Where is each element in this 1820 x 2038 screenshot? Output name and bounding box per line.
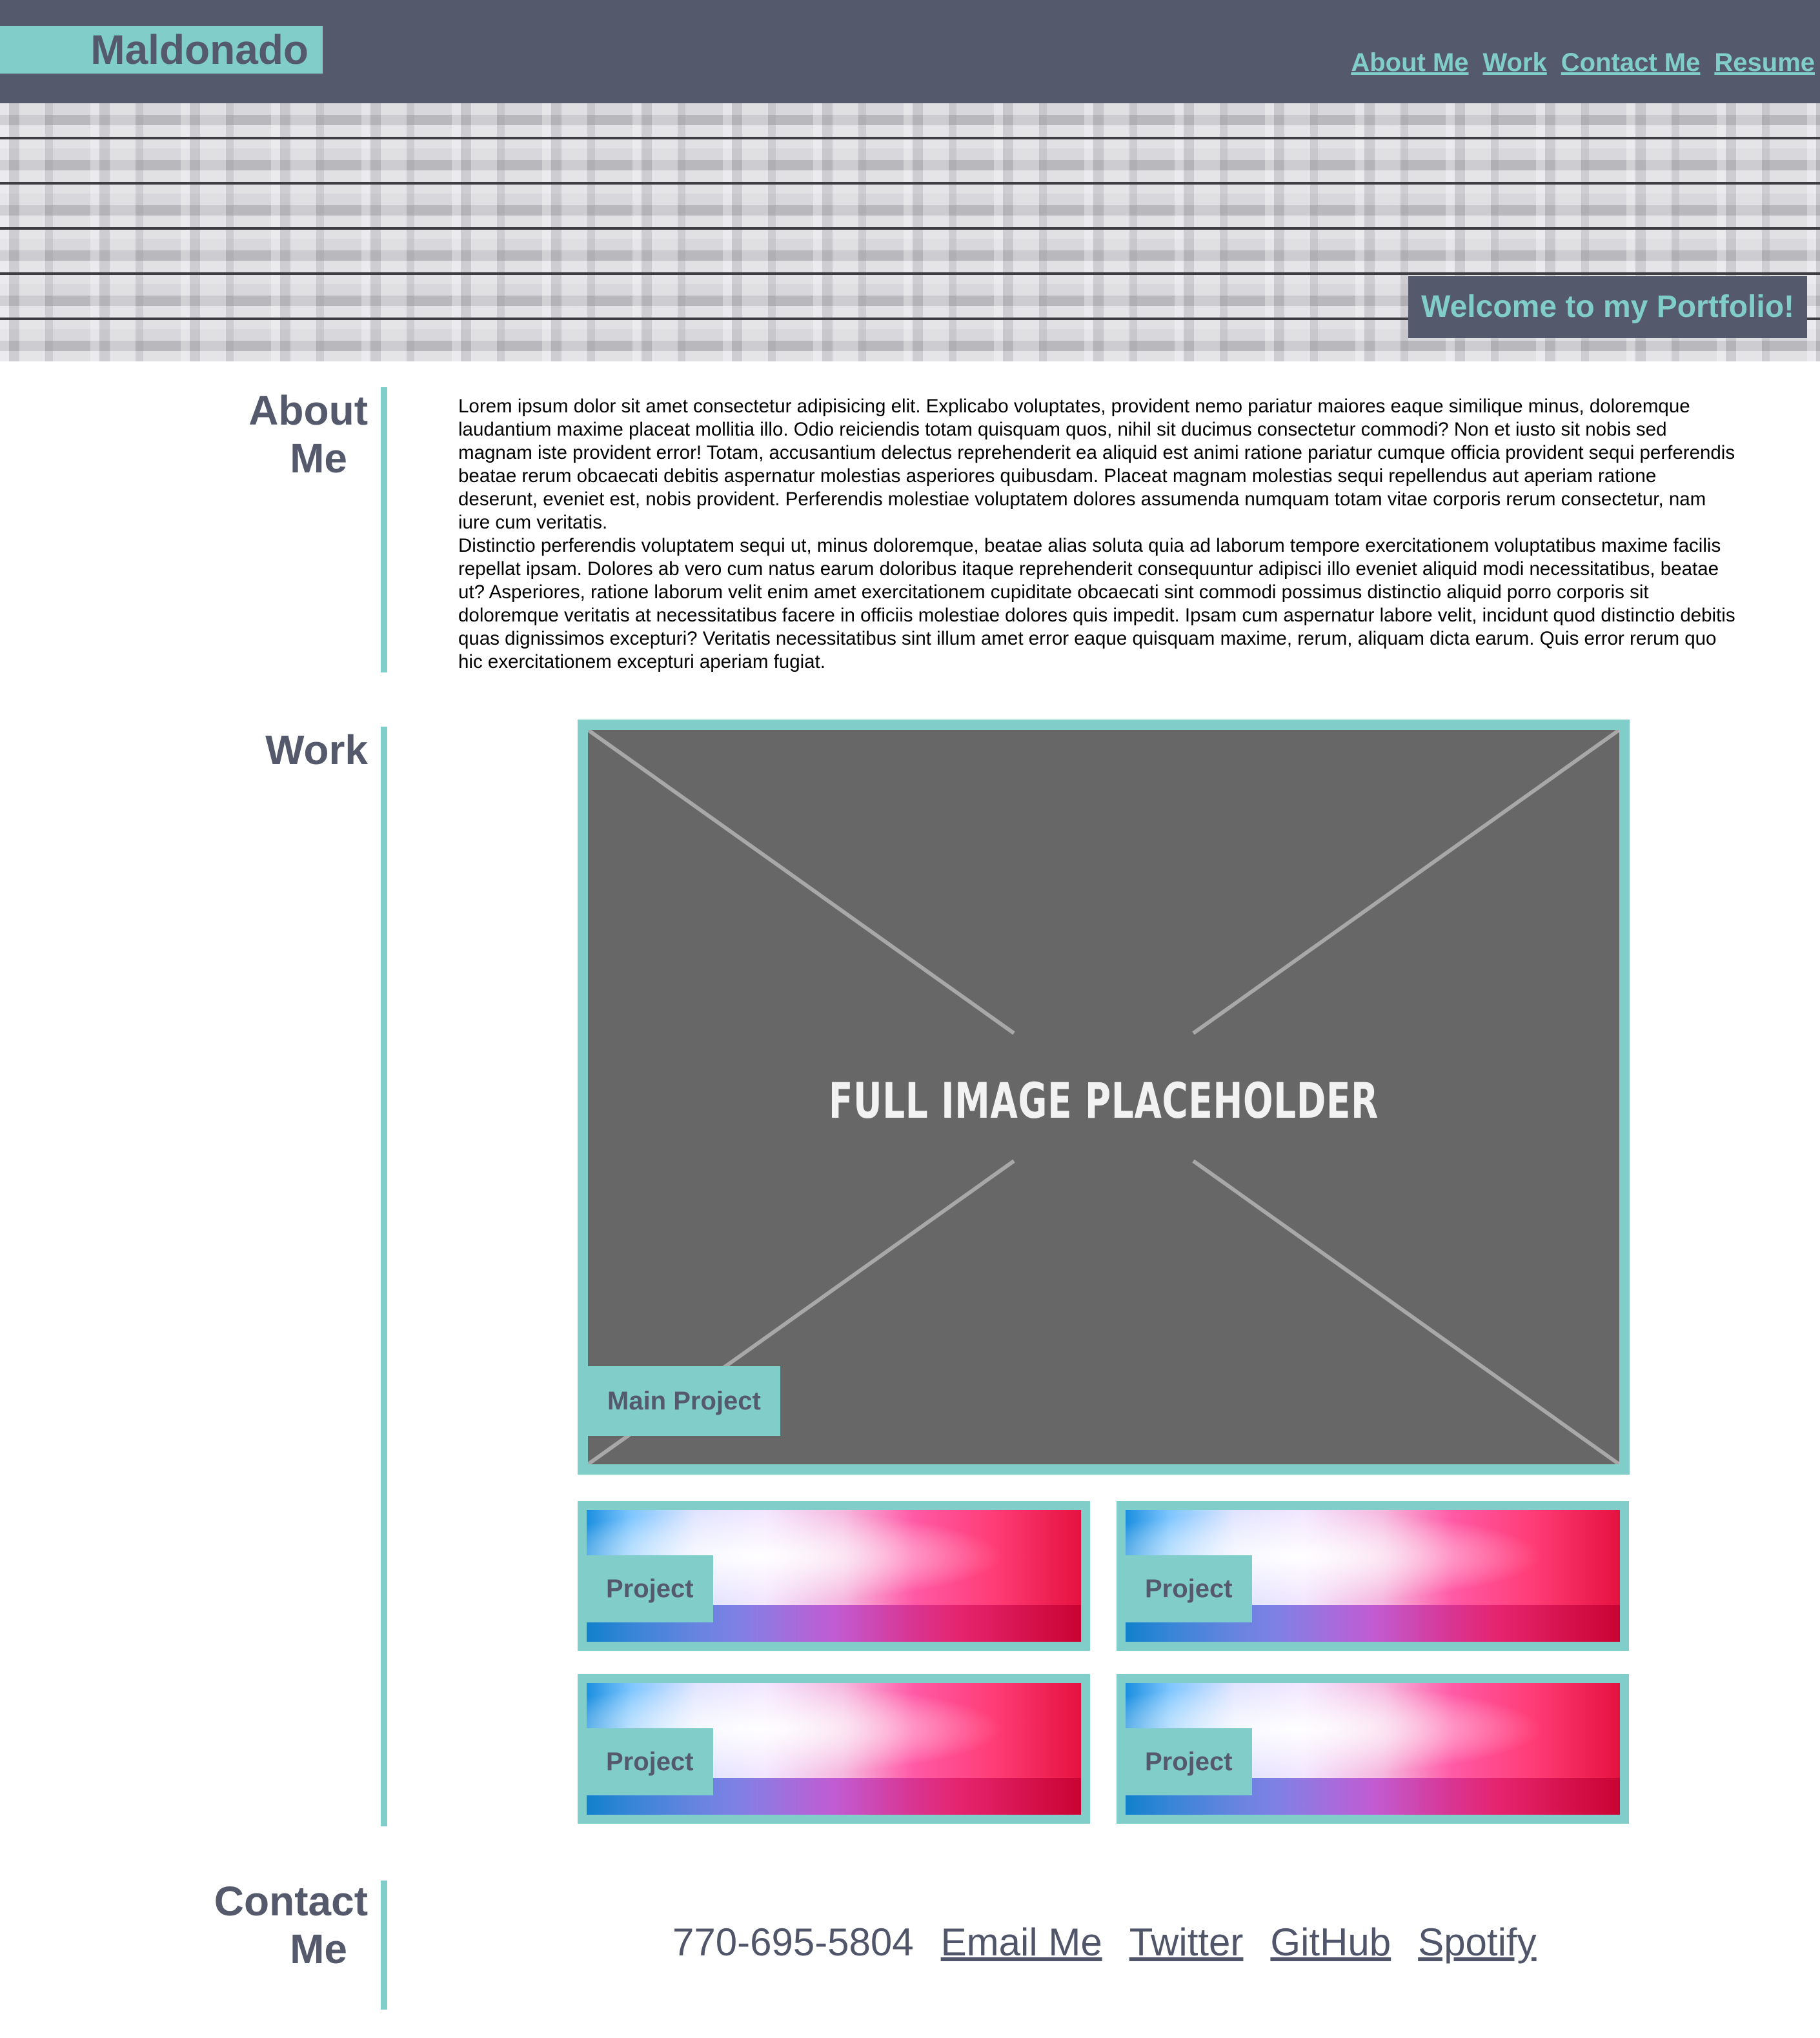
work-section-title: Work bbox=[265, 727, 368, 773]
phone-number: 770-695-5804 bbox=[672, 1921, 914, 1964]
project-thumbnail: Project bbox=[587, 1510, 1081, 1642]
project-label[interactable]: Project bbox=[587, 1555, 713, 1622]
nav-link-about-me[interactable]: About Me bbox=[1351, 46, 1468, 79]
about-section-title: About Me bbox=[0, 387, 368, 482]
about-text: Lorem ipsum dolor sit amet consectetur a… bbox=[458, 395, 1736, 674]
about-divider bbox=[381, 387, 387, 672]
contact-title-line1: Contact bbox=[214, 1878, 368, 1924]
about-title-line2: Me bbox=[290, 434, 347, 481]
project-thumbnail: Project bbox=[1126, 1683, 1620, 1815]
hero-banner-image: Welcome to my Portfolio! bbox=[0, 103, 1820, 361]
main-project-card[interactable]: FULL IMAGE PLACEHOLDER Main Project bbox=[578, 720, 1630, 1475]
contact-title-line2: Me bbox=[290, 1925, 347, 1972]
project-label[interactable]: Project bbox=[587, 1728, 713, 1795]
nav-link-work[interactable]: Work bbox=[1483, 46, 1547, 79]
welcome-banner: Welcome to my Portfolio! bbox=[1408, 276, 1807, 338]
github-link[interactable]: GitHub bbox=[1270, 1917, 1391, 1968]
twitter-link[interactable]: Twitter bbox=[1129, 1917, 1244, 1968]
about-paragraph-1: Lorem ipsum dolor sit amet consectetur a… bbox=[458, 396, 1735, 533]
brand-name[interactable]: Maldonado bbox=[0, 26, 323, 74]
nav-link-contact-me[interactable]: Contact Me bbox=[1561, 46, 1701, 79]
nav-link-resume[interactable]: Resume bbox=[1714, 46, 1815, 79]
placeholder-text: FULL IMAGE PLACEHOLDER bbox=[829, 1072, 1379, 1129]
project-card[interactable]: Project bbox=[1117, 1501, 1629, 1651]
main-project-image: FULL IMAGE PLACEHOLDER Main Project bbox=[588, 730, 1619, 1464]
project-card[interactable]: Project bbox=[578, 1674, 1090, 1824]
main-project-label[interactable]: Main Project bbox=[588, 1366, 780, 1436]
project-thumbnail: Project bbox=[587, 1683, 1081, 1815]
contact-section-title: Contact Me bbox=[0, 1878, 368, 1973]
email-link[interactable]: Email Me bbox=[941, 1917, 1102, 1968]
project-card[interactable]: Project bbox=[1117, 1674, 1629, 1824]
project-label[interactable]: Project bbox=[1126, 1555, 1252, 1622]
about-title-line1: About bbox=[248, 387, 368, 434]
spotify-link[interactable]: Spotify bbox=[1418, 1917, 1536, 1968]
contact-divider bbox=[381, 1881, 387, 2010]
project-label[interactable]: Project bbox=[1126, 1728, 1252, 1795]
site-header: Maldonado About Me Work Contact Me Resum… bbox=[0, 0, 1820, 103]
project-thumbnail: Project bbox=[1126, 1510, 1620, 1642]
contact-row: 770-695-5804 Email Me Twitter GitHub Spo… bbox=[672, 1917, 1537, 1968]
main-nav: About Me Work Contact Me Resume bbox=[1351, 46, 1815, 79]
project-card[interactable]: Project bbox=[578, 1501, 1090, 1651]
about-paragraph-2: Distinctio perferendis voluptatem sequi … bbox=[458, 535, 1735, 672]
work-divider bbox=[381, 727, 387, 1826]
